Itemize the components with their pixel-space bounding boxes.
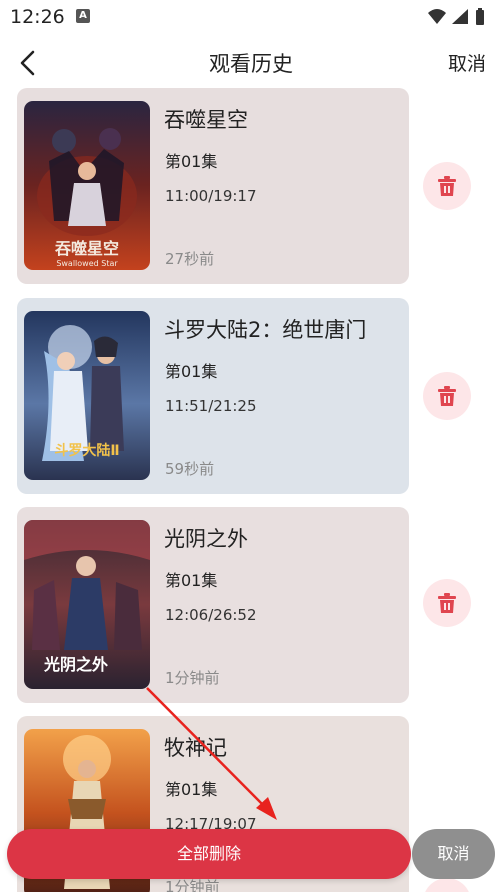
history-item: 吞噬星空 Swallowed Star 吞噬星空 第01集 11:00/19:1… [0, 88, 502, 284]
poster-logo-text: 斗罗大陆Ⅱ [54, 442, 119, 459]
cancel-edit-button[interactable]: 取消 [448, 49, 486, 76]
item-title: 牧神记 [164, 736, 227, 760]
item-time-ago: 59秒前 [165, 460, 215, 478]
poster-logo-text: 吞噬星空 [55, 239, 119, 258]
nav-bar: 观看历史 取消 [0, 38, 502, 86]
notification-a-icon: A [76, 9, 90, 23]
item-episode: 第01集 [165, 780, 218, 799]
history-card[interactable]: 斗罗大陆Ⅱ 斗罗大陆2：绝世唐门 第01集 11:51/21:25 59秒前 [17, 298, 409, 494]
item-time-ago: 27秒前 [165, 250, 215, 268]
item-episode: 第01集 [165, 362, 218, 381]
delete-item-button[interactable] [423, 579, 471, 627]
back-button[interactable] [14, 48, 44, 78]
poster-image: 吞噬星空 Swallowed Star [24, 101, 150, 270]
delete-item-button[interactable] [423, 372, 471, 420]
item-title: 斗罗大陆2：绝世唐门 [164, 318, 367, 342]
delete-item-button[interactable] [423, 878, 471, 892]
item-progress: 12:06/26:52 [165, 606, 257, 624]
item-title: 吞噬星空 [164, 108, 248, 132]
trash-icon [438, 176, 456, 196]
page-title: 观看历史 [209, 52, 293, 76]
poster-thumbnail[interactable]: 斗罗大陆Ⅱ [24, 311, 150, 480]
signal-icon [452, 9, 468, 24]
poster-image: 斗罗大陆Ⅱ [24, 311, 150, 480]
poster-logo-text: 光阴之外 [43, 655, 108, 674]
chevron-left-icon [20, 50, 35, 76]
cancel-button[interactable]: 取消 [412, 829, 495, 879]
battery-icon [476, 10, 484, 25]
item-progress: 11:51/21:25 [165, 397, 257, 415]
history-card[interactable]: 吞噬星空 Swallowed Star 吞噬星空 第01集 11:00/19:1… [17, 88, 409, 284]
status-icons [428, 8, 484, 25]
poster-thumbnail[interactable]: 光阴之外 [24, 520, 150, 689]
item-episode: 第01集 [165, 152, 218, 171]
trash-icon [438, 386, 456, 406]
poster-logo-subtitle: Swallowed Star [56, 259, 118, 268]
item-episode: 第01集 [165, 571, 218, 590]
trash-icon [438, 593, 456, 613]
status-bar: 12:26 A [0, 0, 502, 34]
poster-thumbnail[interactable]: 吞噬星空 Swallowed Star [24, 101, 150, 270]
delete-all-button[interactable]: 全部删除 [7, 829, 411, 879]
history-card[interactable]: 光阴之外 光阴之外 第01集 12:06/26:52 1分钟前 [17, 507, 409, 703]
history-item: 斗罗大陆Ⅱ 斗罗大陆2：绝世唐门 第01集 11:51/21:25 59秒前 [0, 298, 502, 494]
item-progress: 11:00/19:17 [165, 187, 257, 205]
wifi-icon [428, 9, 446, 24]
delete-item-button[interactable] [423, 162, 471, 210]
poster-image: 光阴之外 [24, 520, 150, 689]
item-time-ago: 1分钟前 [165, 669, 220, 687]
item-title: 光阴之外 [164, 527, 248, 551]
status-time: 12:26 [10, 6, 65, 28]
history-item: 光阴之外 光阴之外 第01集 12:06/26:52 1分钟前 [0, 507, 502, 703]
